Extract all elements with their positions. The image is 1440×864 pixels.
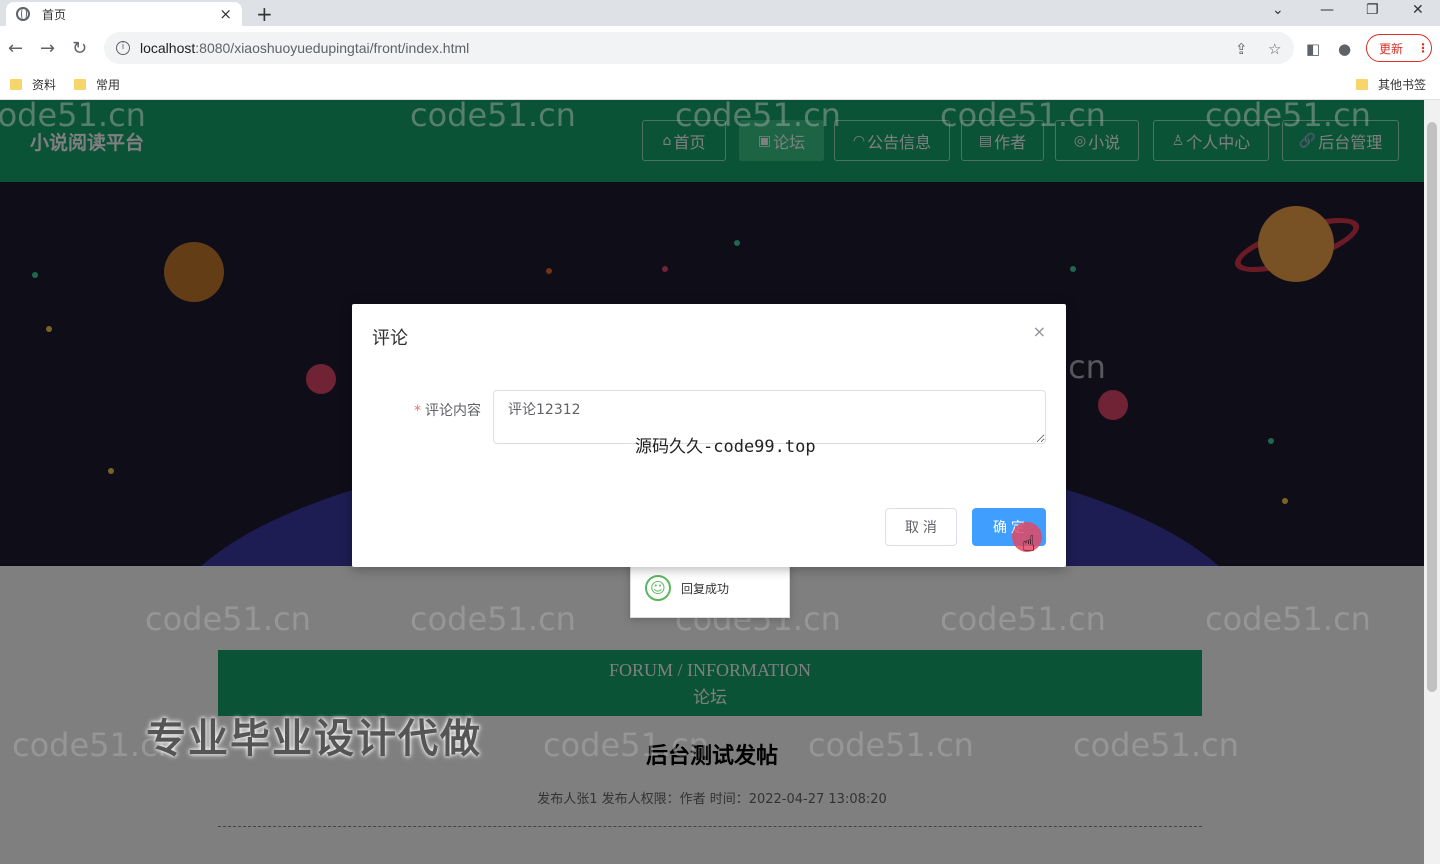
back-icon[interactable]: ← [8,38,23,59]
folder-icon [10,79,22,90]
tab-search-icon[interactable]: ⌄ [1272,2,1284,18]
share-icon[interactable]: ⇪ [1235,40,1248,58]
bookmark-label: 常用 [96,78,121,92]
cancel-button[interactable]: 取 消 [885,508,957,546]
comment-field-label: * 评论内容 [414,400,481,420]
window-close-icon[interactable]: ✕ [1412,2,1424,18]
url-host: localhost [140,40,196,56]
more-menu-icon[interactable]: ⋮ [1417,41,1429,55]
update-label: 更新 [1379,41,1404,56]
reload-icon[interactable]: ↻ [72,38,87,59]
other-bookmarks[interactable]: 其他书签 [1356,76,1426,93]
smile-icon: ☺ [645,575,671,601]
site-info-icon[interactable]: i [116,41,130,55]
address-bar-row: ← → ↻ i localhost:8080/xiaoshuoyueduping… [0,26,1440,70]
toast-message: 回复成功 [681,581,730,596]
url-path: :8080/xiaoshuoyuedupingtai/front/index.h… [195,40,470,56]
dialog-title: 评论 [372,328,408,349]
scrollbar-thumb[interactable] [1427,122,1437,692]
ad-overlay-text: 专业毕业设计代做 [146,716,482,762]
folder-icon [74,79,86,90]
forward-icon[interactable]: → [40,38,55,59]
dialog-close-icon[interactable]: × [1033,322,1046,341]
new-tab-icon[interactable]: + [256,2,273,26]
hand-cursor-icon: ☝ [1022,532,1036,557]
restore-icon[interactable]: ❐ [1366,2,1379,18]
bookmarks-bar: 资料 常用 其他书签 [0,70,1440,100]
other-bookmarks-label: 其他书签 [1378,78,1427,92]
browser-tab-bar: 首页 × + ⌄ — ❐ ✕ [0,0,1440,26]
bookmark-folder[interactable]: 资料 [10,76,56,93]
url-input[interactable]: i localhost:8080/xiaoshuoyuedupingtai/fr… [104,32,1294,64]
page-scrollbar[interactable] [1424,100,1440,864]
update-button[interactable]: 更新 ⋮ [1366,34,1432,62]
bookmark-folder[interactable]: 常用 [74,76,120,93]
comment-dialog: 评论 × * 评论内容 评论12312 源码久久-code99.top 取 消 确… [352,304,1066,567]
side-panel-icon[interactable]: ◧ [1306,40,1320,58]
source-watermark: 源码久久-code99.top [635,437,816,457]
folder-icon [1356,79,1368,90]
bookmark-label: 资料 [32,78,57,92]
browser-tab[interactable]: 首页 × [6,2,242,26]
bookmark-star-icon[interactable]: ☆ [1268,40,1281,58]
minimize-icon[interactable]: — [1320,2,1334,18]
profile-icon[interactable]: ● [1338,40,1351,58]
required-mark: * [414,403,421,419]
tab-close-icon[interactable]: × [219,5,232,23]
tab-title: 首页 [42,7,67,22]
comment-label-text: 评论内容 [425,403,481,419]
globe-icon [16,7,30,21]
success-toast: ☺ 回复成功 [630,558,790,618]
